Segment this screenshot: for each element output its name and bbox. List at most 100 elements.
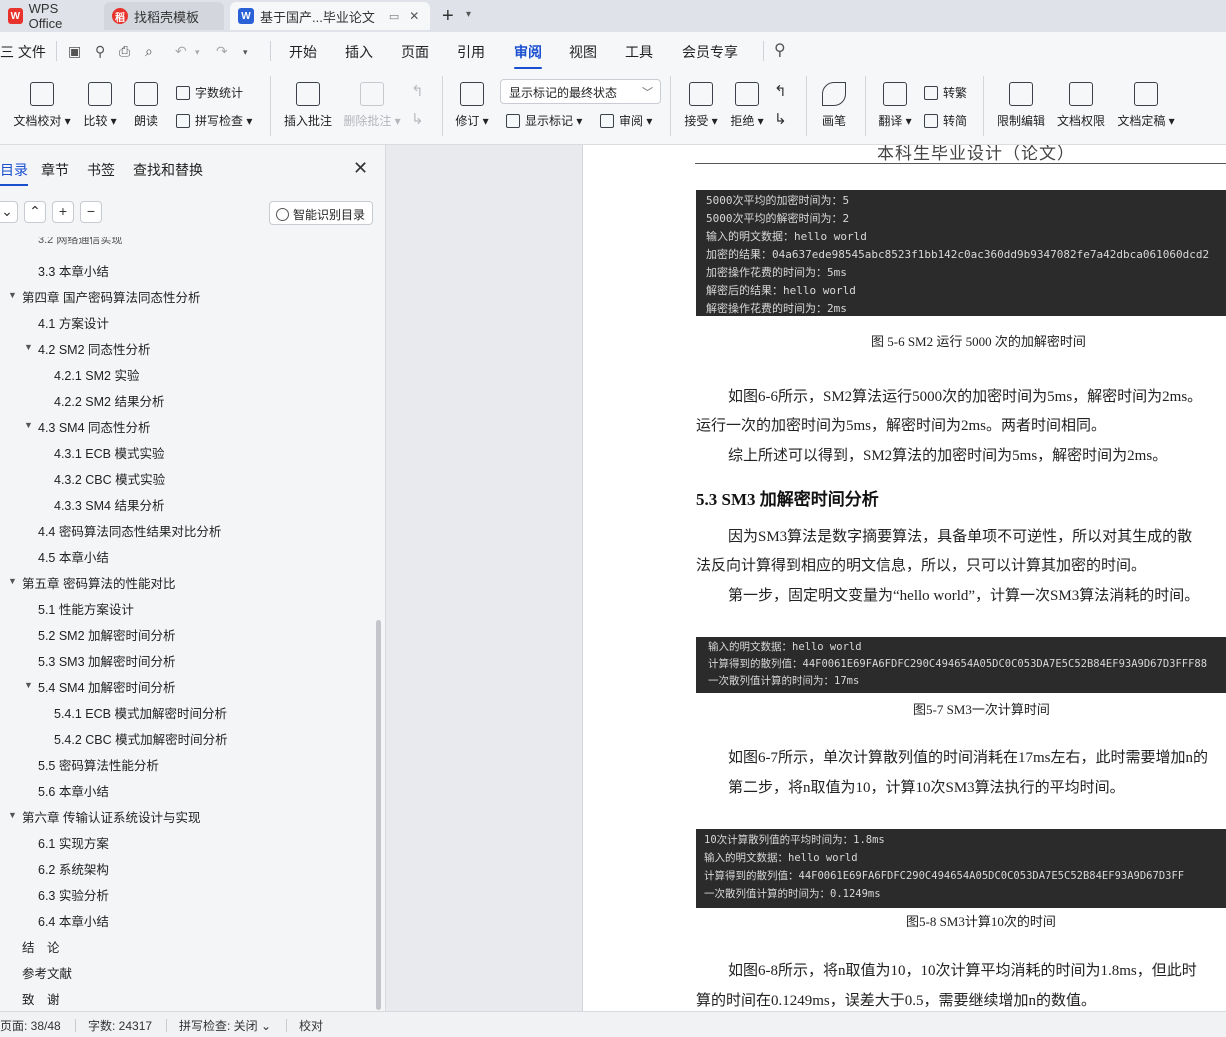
toc-item[interactable]: 6.3 实验分析 (38, 885, 109, 904)
tab-bookmarks[interactable]: 书签 (87, 160, 115, 180)
previous-change-icon[interactable]: ↰ (774, 82, 787, 100)
menu-member[interactable]: 会员专享 (682, 42, 738, 62)
next-change-icon[interactable]: ↳ (774, 110, 787, 128)
tab-docer-templates[interactable]: 稻 找稻壳模板 (104, 2, 224, 30)
toc-item[interactable]: 6.4 本章小结 (38, 911, 109, 930)
toc-item[interactable]: 第六章 传输认证系统设计与实现 (22, 807, 200, 826)
toc-item[interactable]: 6.2 系统架构 (38, 859, 109, 878)
file-menu[interactable]: 三 文件 (0, 42, 46, 62)
tab-toc[interactable]: 目录 (0, 160, 28, 186)
toc-item[interactable]: 第四章 国产密码算法同态性分析 (22, 287, 200, 306)
toc-item[interactable]: 5.5 密码算法性能分析 (38, 755, 159, 774)
toc-item[interactable]: 3.3 本章小结 (38, 261, 109, 280)
spell-check-status[interactable]: 拼写检查: 关闭 ⌄ (179, 1017, 271, 1034)
to-simplified-button[interactable]: 转简 (924, 112, 967, 129)
tab-list-chevron-icon[interactable]: ▾ (466, 9, 471, 20)
tab-thesis-document[interactable]: W 基于国产...毕业论文 ▭ ✕ (230, 2, 430, 30)
save-icon[interactable]: ▣ (68, 43, 81, 60)
delete-comment-button[interactable]: 删除批注 ▾ (343, 82, 401, 129)
menu-view[interactable]: 视图 (569, 42, 597, 62)
toc-item[interactable]: 5.4.1 ECB 模式加解密时间分析 (54, 703, 227, 722)
word-count-indicator[interactable]: 字数: 24317 (88, 1017, 152, 1034)
toc-item[interactable]: 4.4 密码算法同态性结果对比分析 (38, 521, 221, 540)
expand-down-icon[interactable]: ⌄ (0, 201, 18, 223)
toc-item[interactable]: 5.1 性能方案设计 (38, 599, 134, 618)
menu-insert[interactable]: 插入 (345, 42, 373, 62)
ink-button[interactable]: 画笔 (820, 82, 848, 129)
toc-item[interactable]: 5.6 本章小结 (38, 781, 109, 800)
close-tab-icon[interactable]: ✕ (409, 9, 419, 23)
translate-button[interactable]: 翻译 ▾ (877, 82, 913, 129)
toc-item[interactable]: 4.3.3 SM4 结果分析 (54, 495, 164, 514)
tab-sections[interactable]: 章节 (41, 160, 69, 180)
new-tab-icon[interactable]: + (442, 5, 454, 28)
toc-item[interactable]: 参考文献 (22, 963, 72, 982)
menu-review[interactable]: 审阅 (514, 42, 542, 69)
menu-page[interactable]: 页面 (401, 42, 429, 62)
proofread-button[interactable]: 校对 (299, 1017, 323, 1034)
restrict-edit-button[interactable]: 限制编辑 (996, 82, 1046, 129)
smart-toc-button[interactable]: 智能识别目录 (269, 201, 373, 225)
reject-button[interactable]: 拒绝 ▾ (729, 82, 765, 129)
window-restore-icon[interactable]: ▭ (389, 10, 399, 23)
collapse-triangle-icon[interactable]: ▼ (8, 810, 17, 820)
toc-item[interactable]: 5.4.2 CBC 模式加解密时间分析 (54, 729, 228, 748)
toc-item[interactable]: 4.5 本章小结 (38, 547, 109, 566)
undo-dropdown-icon[interactable]: ▾ (195, 47, 200, 58)
document-page[interactable]: 本科生毕业设计（论文） 5000次平均的加密时间为：5 5000次平均的解密时间… (582, 145, 1226, 1011)
review-pane-button[interactable]: 审阅 ▾ (600, 112, 652, 129)
more-quick-access-icon[interactable]: ▾ (243, 47, 248, 58)
toc-item[interactable]: 4.2 SM2 同态性分析 (38, 339, 151, 358)
track-changes-button[interactable]: 修订 ▾ (454, 82, 490, 129)
read-aloud-button[interactable]: 朗读 (130, 82, 162, 129)
tab-wps-office[interactable]: W WPS Office (0, 1, 98, 31)
toc-item[interactable]: 4.2.1 SM2 实验 (54, 365, 139, 384)
collapse-triangle-icon[interactable]: ▼ (24, 680, 33, 690)
doc-permission-button[interactable]: 文档权限 (1056, 82, 1106, 129)
menu-tools[interactable]: 工具 (625, 42, 653, 62)
share-icon[interactable]: ⚲ (95, 43, 105, 60)
toc-item[interactable]: 4.3.2 CBC 模式实验 (54, 469, 165, 488)
remove-heading-icon[interactable]: − (80, 201, 102, 223)
collapse-up-icon[interactable]: ⌃ (24, 201, 46, 223)
toc-item[interactable]: 第五章 密码算法的性能对比 (22, 573, 175, 592)
insert-comment-button[interactable]: 插入批注 (283, 82, 333, 129)
redo-icon[interactable]: ↷ (216, 43, 228, 60)
menu-home[interactable]: 开始 (289, 42, 317, 62)
print-preview-icon[interactable]: ⌕ (145, 43, 153, 60)
toc-item[interactable]: 结 论 (22, 937, 60, 956)
add-heading-icon[interactable]: + (52, 201, 74, 223)
spell-check-button[interactable]: 拼写检查 ▾ (176, 112, 252, 129)
markup-state-select[interactable]: 显示标记的最终状态 ﹀ (500, 79, 661, 104)
accept-button[interactable]: 接受 ▾ (683, 82, 719, 129)
toc-item[interactable]: 5.3 SM3 加解密时间分析 (38, 651, 176, 670)
toc-item[interactable]: 致 谢 (22, 989, 60, 1008)
next-comment-icon[interactable]: ↳ (411, 110, 424, 128)
toc-item[interactable]: 5.4 SM4 加解密时间分析 (38, 677, 176, 696)
print-icon[interactable]: ⎙ (119, 43, 130, 60)
finalize-button[interactable]: 文档定稿 ▾ (1116, 82, 1176, 129)
menu-references[interactable]: 引用 (457, 42, 485, 62)
collapse-triangle-icon[interactable]: ▼ (8, 576, 17, 586)
doc-check-button[interactable]: 文档校对 ▾ (12, 82, 72, 129)
toc-item[interactable]: 4.3 SM4 同态性分析 (38, 417, 151, 436)
toc-item[interactable]: 6.1 实现方案 (38, 833, 109, 852)
toc-item[interactable]: 4.2.2 SM2 结果分析 (54, 391, 164, 410)
toc-item[interactable]: 3.2 网络通信实现 (38, 237, 122, 247)
tab-find-replace[interactable]: 查找和替换 (133, 160, 203, 180)
word-count-button[interactable]: 字数统计 (176, 84, 243, 101)
collapse-triangle-icon[interactable]: ▼ (24, 342, 33, 352)
collapse-triangle-icon[interactable]: ▼ (8, 290, 17, 300)
toc-item[interactable]: 4.1 方案设计 (38, 313, 109, 332)
undo-icon[interactable]: ↶ (175, 43, 187, 60)
toc-item[interactable]: 4.3.1 ECB 模式实验 (54, 443, 164, 462)
toc-scrollbar[interactable] (376, 620, 381, 1010)
previous-comment-icon[interactable]: ↰ (411, 82, 424, 100)
compare-button[interactable]: 比较 ▾ (82, 82, 118, 129)
show-markup-button[interactable]: 显示标记 ▾ (506, 112, 582, 129)
collapse-triangle-icon[interactable]: ▼ (24, 420, 33, 430)
search-icon[interactable]: ⚲ (774, 40, 786, 60)
to-traditional-button[interactable]: 转繁 (924, 84, 967, 101)
toc-item[interactable]: 5.2 SM2 加解密时间分析 (38, 625, 176, 644)
page-indicator[interactable]: 页面: 38/48 (0, 1017, 61, 1034)
